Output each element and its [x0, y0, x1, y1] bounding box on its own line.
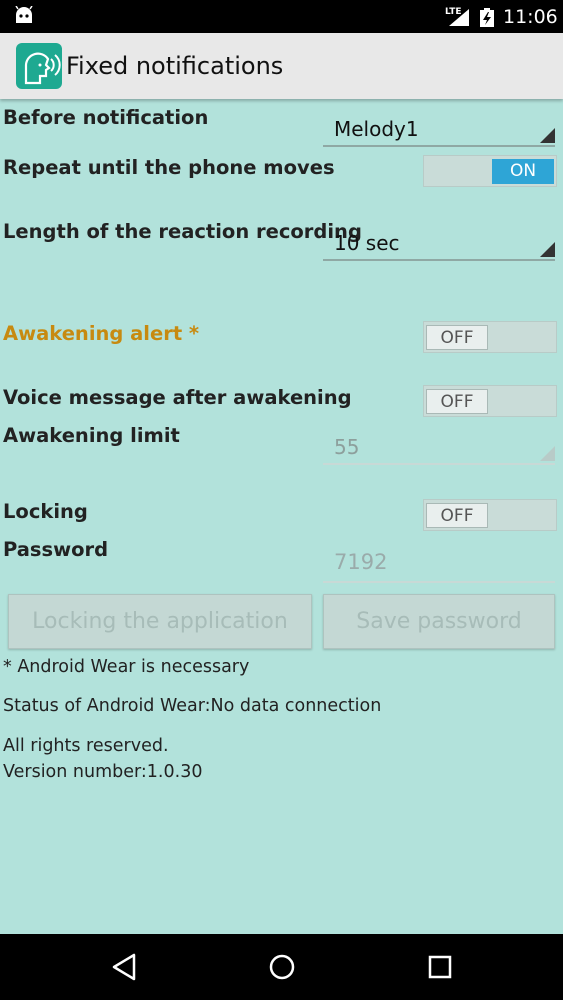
awakening-alert-toggle[interactable]: OFF — [423, 321, 557, 353]
awakening-limit-value: 55 — [334, 435, 360, 459]
lock-application-button[interactable]: Locking the application — [8, 594, 312, 649]
battery-icon — [480, 8, 494, 27]
voice-after-awakening-toggle[interactable]: OFF — [423, 385, 557, 417]
toggle-thumb: OFF — [426, 389, 488, 414]
repeat-until-moves-toggle[interactable]: ON — [423, 155, 557, 187]
save-password-button[interactable]: Save password — [323, 594, 555, 649]
before-notification-spinner[interactable]: Melody1 — [323, 113, 555, 147]
app-title: Fixed notifications — [66, 52, 284, 80]
app-face-sound-icon — [16, 43, 62, 89]
awakening-limit-label: Awakening limit — [3, 424, 180, 447]
before-notification-value: Melody1 — [334, 117, 419, 141]
navigation-bar — [0, 934, 563, 1000]
toggle-thumb: ON — [492, 159, 554, 184]
voice-after-awakening-label: Voice message after awakening — [3, 386, 352, 409]
awakening-limit-spinner[interactable]: 55 — [323, 431, 555, 465]
wear-note: * Android Wear is necessary — [3, 657, 250, 677]
back-icon[interactable] — [111, 953, 137, 981]
awakening-alert-label: Awakening alert * — [3, 322, 200, 345]
dropdown-arrow-icon — [540, 128, 555, 143]
signal-icon — [449, 9, 469, 26]
toggle-thumb: OFF — [426, 503, 488, 528]
clock: 11:06 — [503, 6, 558, 28]
locking-toggle[interactable]: OFF — [423, 499, 557, 531]
recents-icon[interactable] — [428, 953, 452, 981]
status-bar: LTE 11:06 — [0, 0, 563, 33]
repeat-until-moves-label: Repeat until the phone moves — [3, 156, 335, 179]
reaction-length-value: 10 sec — [334, 231, 400, 255]
locking-label: Locking — [3, 500, 88, 523]
toggle-thumb: OFF — [426, 325, 488, 350]
reaction-length-spinner[interactable]: 10 sec — [323, 227, 555, 261]
dropdown-arrow-icon — [540, 242, 555, 257]
reaction-length-label: Length of the reaction recording — [3, 220, 362, 243]
android-notification-icon — [15, 6, 33, 23]
dropdown-arrow-icon — [540, 446, 555, 461]
password-value: 7192 — [334, 550, 388, 574]
password-field[interactable]: 7192 — [323, 543, 555, 583]
action-bar: Fixed notifications — [0, 33, 563, 99]
home-icon[interactable] — [268, 953, 296, 981]
version-text: Version number:1.0.30 — [3, 762, 203, 782]
wear-status: Status of Android Wear:No data connectio… — [3, 696, 382, 716]
before-notification-label: Before notification — [3, 106, 209, 129]
password-label: Password — [3, 538, 109, 561]
rights-text: All rights reserved. — [3, 736, 169, 756]
